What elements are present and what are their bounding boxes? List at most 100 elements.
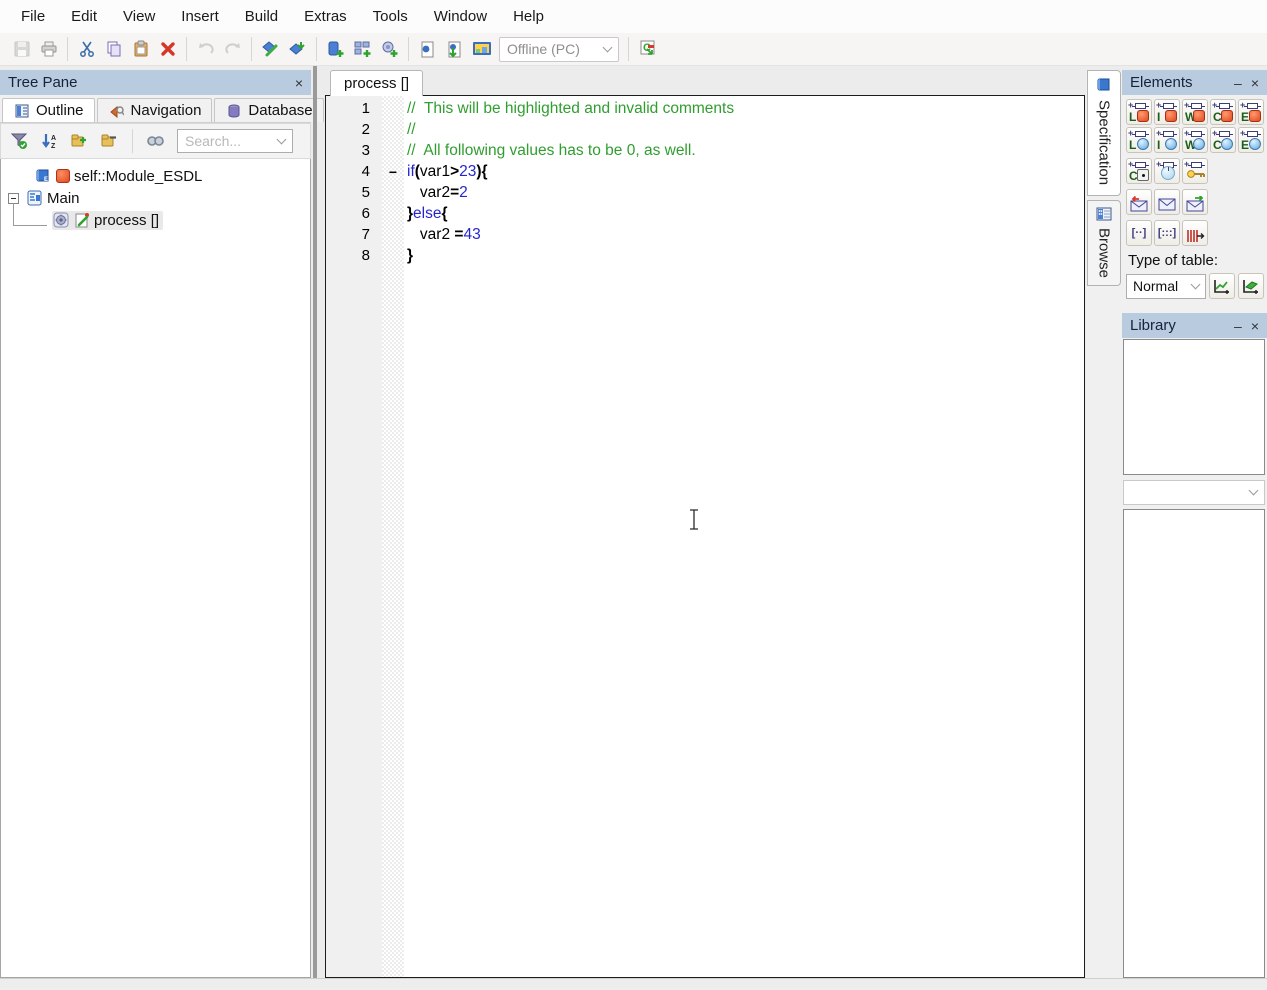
tab-navigation[interactable]: Navigation [97, 98, 213, 122]
close-icon[interactable]: × [1251, 76, 1259, 90]
delete-icon[interactable] [154, 36, 181, 63]
tree-item-main[interactable]: Main [1, 187, 310, 209]
menu-build[interactable]: Build [232, 8, 291, 25]
one-d-table-button[interactable] [1209, 273, 1235, 299]
search-input[interactable]: Search... [177, 129, 293, 153]
menu-extras[interactable]: Extras [291, 8, 360, 25]
cut-icon[interactable] [73, 36, 100, 63]
minimize-icon[interactable]: – [1234, 76, 1242, 90]
element-parameter-i-button[interactable]: +I [1154, 127, 1180, 153]
chevron-down-icon [603, 42, 613, 52]
element-variable-l-button[interactable]: +L [1126, 99, 1152, 125]
edit-implementation-icon[interactable] [257, 36, 284, 63]
tab-database[interactable]: Database [214, 98, 323, 122]
code-editor[interactable]: 1// This will be highlighted and invalid… [325, 95, 1085, 978]
tree-editor-splitter[interactable] [313, 66, 317, 978]
collapse-expander-icon[interactable] [8, 193, 19, 204]
update-implementation-icon[interactable] [284, 36, 311, 63]
menu-insert[interactable]: Insert [168, 8, 232, 25]
chevron-down-icon [1191, 279, 1201, 289]
close-icon[interactable]: × [295, 76, 303, 90]
module-icon: E [34, 168, 51, 185]
library-list[interactable] [1123, 339, 1265, 475]
tree-item-process[interactable]: process [] [1, 209, 310, 231]
system-constant-button[interactable]: + C [1126, 158, 1152, 184]
distribution-button[interactable] [1182, 220, 1208, 246]
code-line[interactable]: 4−if(var1>23){ [326, 161, 1084, 182]
element-parameter-c-button[interactable]: +C [1210, 127, 1236, 153]
code-line[interactable]: 3// All following values has to be 0, as… [326, 140, 1084, 161]
menu-view[interactable]: View [110, 8, 168, 25]
redo-icon[interactable] [219, 36, 246, 63]
editor-tab-process[interactable]: process [] [330, 70, 423, 96]
toolbar-separator [251, 37, 252, 61]
element-variable-w-button[interactable]: +W [1182, 99, 1208, 125]
fold-marker[interactable]: − [382, 164, 404, 180]
collapse-all-icon[interactable] [97, 129, 122, 154]
library-titlebar: Library – × [1122, 313, 1267, 338]
close-icon[interactable]: × [1251, 319, 1259, 333]
chevron-down-icon [277, 134, 287, 144]
table-type-select[interactable]: Normal [1126, 274, 1206, 299]
element-parameter-e-button[interactable]: +E [1238, 127, 1264, 153]
code-line[interactable]: 7 var2 =43 [326, 224, 1084, 245]
array-button[interactable]: [··] [1126, 220, 1152, 246]
distribution-icon [1185, 228, 1205, 244]
toolbar-separator [316, 37, 317, 61]
print-icon[interactable] [35, 36, 62, 63]
add-component-icon[interactable] [376, 36, 403, 63]
import-data-icon[interactable] [441, 36, 468, 63]
variable-shape-icon [1249, 110, 1261, 122]
receive-message-button[interactable] [1126, 189, 1152, 215]
message-button[interactable] [1154, 189, 1180, 215]
experiment-target-select[interactable]: Offline (PC) [499, 37, 619, 62]
tree-view: E self::Module_ESDL Main [0, 159, 311, 978]
element-variable-c-button[interactable]: +C [1210, 99, 1236, 125]
sort-az-icon[interactable]: AZ [37, 129, 62, 154]
virtual-parameter-button[interactable]: + [1154, 158, 1180, 184]
library-content-list[interactable] [1123, 509, 1265, 978]
menu-edit[interactable]: Edit [58, 8, 110, 25]
code-text: } [404, 247, 413, 265]
element-variable-e-button[interactable]: +E [1238, 99, 1264, 125]
matrix-button[interactable]: [:::] [1154, 220, 1180, 246]
element-variable-i-button[interactable]: +I [1154, 99, 1180, 125]
element-parameter-l-button[interactable]: +L [1126, 127, 1152, 153]
add-project-icon[interactable] [349, 36, 376, 63]
expand-all-icon[interactable] [67, 129, 92, 154]
tab-specification[interactable]: Specification [1087, 70, 1121, 196]
copy-icon[interactable] [100, 36, 127, 63]
tab-browse[interactable]: Browse [1087, 200, 1121, 286]
menu-window[interactable]: Window [421, 8, 500, 25]
find-icon[interactable] [143, 129, 168, 154]
menu-help[interactable]: Help [500, 8, 557, 25]
code-line[interactable]: 6}else{ [326, 203, 1084, 224]
library-select[interactable] [1123, 480, 1265, 505]
code-line[interactable]: 2// [326, 119, 1084, 140]
paste-icon[interactable] [127, 36, 154, 63]
code-text: var2=2 [404, 184, 468, 202]
filter-icon[interactable] [7, 129, 32, 154]
parameter-shape-icon [1137, 138, 1149, 150]
code-line[interactable]: 5 var2=2 [326, 182, 1084, 203]
toolbar-separator [132, 129, 133, 153]
element-parameter-w-button[interactable]: +W [1182, 127, 1208, 153]
two-d-table-button[interactable] [1238, 273, 1264, 299]
open-data-editor-icon[interactable] [414, 36, 441, 63]
dependent-parameter-button[interactable]: + [1182, 158, 1208, 184]
add-module-icon[interactable] [322, 36, 349, 63]
measure-view-icon[interactable] [468, 36, 495, 63]
undo-icon[interactable] [192, 36, 219, 63]
minimize-icon[interactable]: – [1234, 319, 1242, 333]
tab-outline[interactable]: Outline [2, 98, 95, 122]
pin-box-icon [1219, 131, 1230, 137]
save-icon[interactable] [8, 36, 35, 63]
tree-item-module[interactable]: E self::Module_ESDL [1, 165, 310, 187]
tab-outline-label: Outline [36, 102, 84, 119]
menu-file[interactable]: File [8, 8, 58, 25]
code-line[interactable]: 8} [326, 245, 1084, 266]
code-line[interactable]: 1// This will be highlighted and invalid… [326, 98, 1084, 119]
menu-tools[interactable]: Tools [360, 8, 421, 25]
send-message-button[interactable] [1182, 189, 1208, 215]
generate-code-icon[interactable]: C [634, 36, 661, 63]
